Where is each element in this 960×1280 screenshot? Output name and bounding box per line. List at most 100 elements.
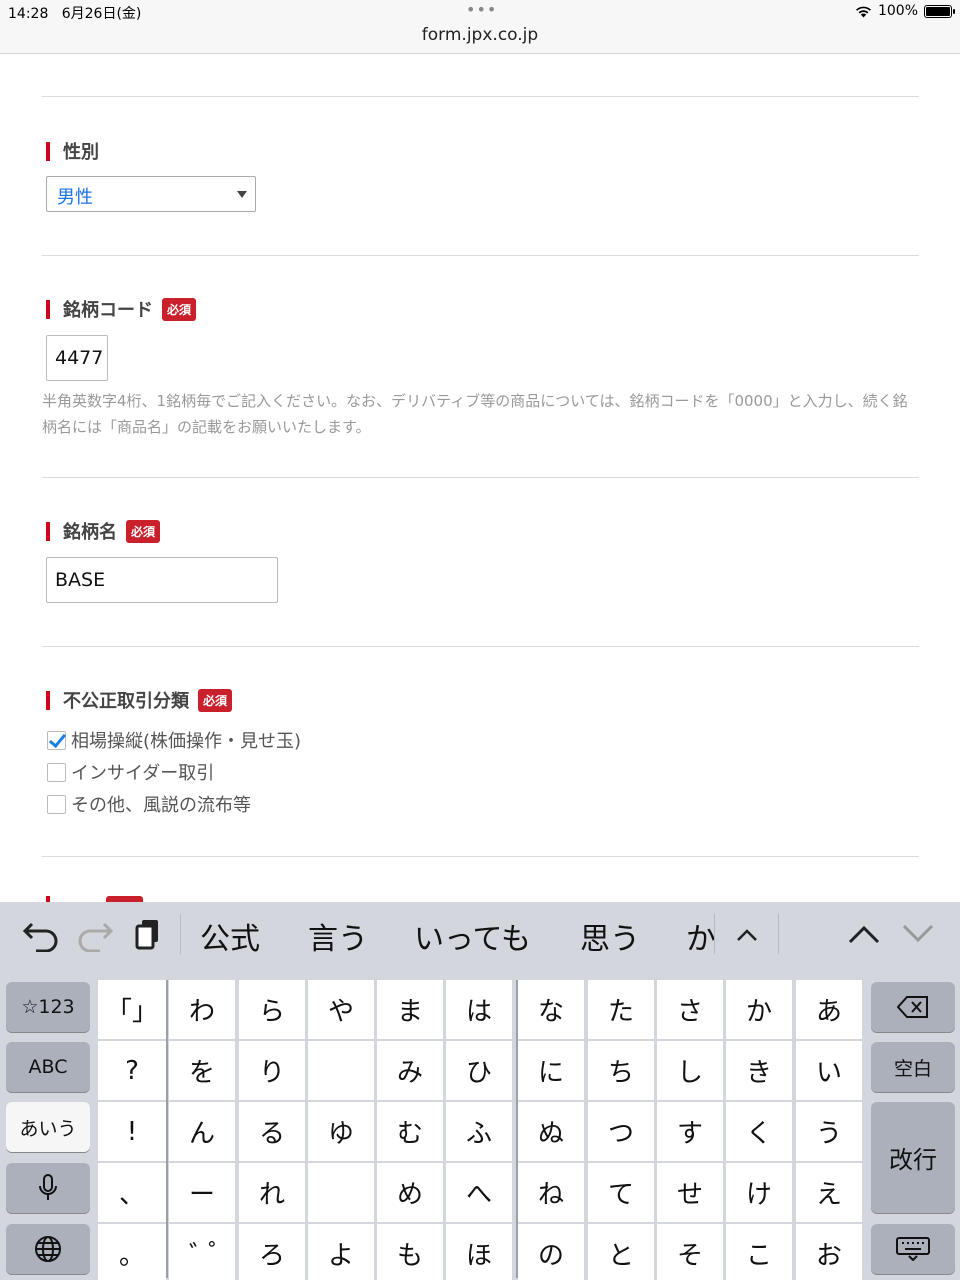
kana-key[interactable]: き — [726, 1041, 792, 1100]
multitask-dots[interactable]: ••• — [466, 0, 497, 19]
checkbox-other[interactable]: その他、風説の流布等 — [47, 791, 251, 817]
hide-keyboard-key[interactable] — [871, 1224, 955, 1274]
kana-key[interactable]: ほ — [446, 1224, 512, 1280]
expand-candidates-icon[interactable] — [736, 928, 758, 942]
kana-key[interactable]: り — [239, 1041, 305, 1100]
kana-key[interactable]: つ — [588, 1102, 654, 1161]
kana-key[interactable]: ま — [377, 980, 443, 1039]
code-help-text: 半角英数字4桁、1銘柄毎でご記入ください。なお、デリバティブ等の商品については、… — [42, 392, 908, 436]
chevron-down-icon[interactable] — [902, 924, 934, 944]
redo-icon[interactable] — [76, 918, 114, 952]
kana-key[interactable]: ぬ — [518, 1102, 584, 1161]
delete-icon — [897, 996, 928, 1018]
kana-key[interactable]: を — [169, 1041, 235, 1100]
numbers-key[interactable]: ☆123 — [6, 982, 90, 1032]
code-label: 銘柄コード 必須 — [46, 297, 197, 321]
kana-key[interactable]: は — [446, 980, 512, 1039]
kana-key[interactable]: い — [796, 1041, 862, 1100]
kana-key[interactable]: お — [796, 1224, 862, 1280]
suggestion-bar: 公式 言う いっても 思う か — [0, 902, 960, 966]
divider — [42, 477, 919, 478]
kana-key[interactable]: ー — [169, 1163, 235, 1222]
dictation-key[interactable] — [6, 1163, 90, 1213]
checkbox-insider-trading[interactable]: インサイダー取引 — [47, 759, 214, 785]
kana-key[interactable]: け — [726, 1163, 792, 1222]
kana-key[interactable]: あいう — [6, 1102, 90, 1152]
abc-key[interactable]: ABC — [6, 1042, 90, 1092]
gender-label: 性別 — [46, 141, 99, 163]
globe-key[interactable] — [6, 1224, 90, 1274]
space-key[interactable]: 空白 — [871, 1042, 955, 1092]
kana-key[interactable]: ! — [98, 1102, 166, 1161]
checkbox-icon[interactable] — [47, 762, 66, 782]
kana-key[interactable]: も — [377, 1224, 443, 1280]
kana-key[interactable]: こ — [726, 1224, 792, 1280]
keyboard-dismiss-icon — [896, 1237, 930, 1261]
kana-key[interactable]: す — [657, 1102, 723, 1161]
checkbox-icon[interactable] — [47, 794, 66, 814]
kana-key[interactable]: う — [796, 1102, 862, 1161]
kana-key[interactable]: や — [308, 980, 374, 1039]
kana-key[interactable]: く — [726, 1102, 792, 1161]
kana-key[interactable]: よ — [308, 1224, 374, 1280]
kana-key[interactable]: ち — [588, 1041, 654, 1100]
suggestion-word[interactable]: 公式 — [200, 914, 260, 958]
kana-key[interactable]: え — [796, 1163, 862, 1222]
kana-key[interactable]: 。 — [98, 1224, 166, 1280]
kana-key[interactable]: 、 — [98, 1163, 166, 1222]
paste-icon[interactable] — [134, 918, 162, 952]
kana-key[interactable]: ふ — [446, 1102, 512, 1161]
kana-key[interactable]: さ — [657, 980, 723, 1039]
divider — [42, 856, 919, 857]
url-bar[interactable]: form.jpx.co.jp — [0, 25, 960, 45]
chevron-up-icon[interactable] — [848, 924, 880, 944]
kana-key[interactable]: し — [657, 1041, 723, 1100]
kana-key[interactable]: ゆ — [308, 1102, 374, 1161]
battery-icon — [924, 4, 955, 18]
kana-key[interactable]: そ — [657, 1224, 723, 1280]
kana-key[interactable]: ひ — [446, 1041, 512, 1100]
key-group-separator — [516, 980, 518, 1278]
kana-key[interactable]: ね — [518, 1163, 584, 1222]
suggestion-word[interactable]: か — [686, 914, 716, 958]
kana-key[interactable]: な — [518, 980, 584, 1039]
undo-icon[interactable] — [22, 918, 60, 952]
key-group-separator — [166, 980, 168, 1278]
kana-key[interactable]: る — [239, 1102, 305, 1161]
checkbox-market-manipulation[interactable]: 相場操縦(株価操作・見せ玉) — [47, 727, 301, 753]
status-time: 14:28 6月26日(金) — [8, 6, 142, 22]
blank-key — [308, 1163, 374, 1222]
code-input[interactable]: 4477 — [46, 335, 108, 381]
kana-key[interactable]: ゛゚ — [169, 1224, 235, 1280]
kana-key[interactable]: わ — [169, 980, 235, 1039]
name-input[interactable]: BASE — [46, 557, 278, 603]
kana-key[interactable]: あ — [796, 980, 862, 1039]
kana-key[interactable]: み — [377, 1041, 443, 1100]
kana-key[interactable]: て — [588, 1163, 654, 1222]
required-badge: 必須 — [126, 519, 161, 543]
kana-key[interactable]: ら — [239, 980, 305, 1039]
checkbox-checked-icon[interactable] — [47, 730, 66, 750]
kana-key[interactable]: た — [588, 980, 654, 1039]
return-key[interactable]: 改行 — [871, 1102, 955, 1213]
backspace-key[interactable] — [871, 982, 955, 1032]
kana-key[interactable]: 「」 — [98, 980, 166, 1039]
kana-key[interactable]: む — [377, 1102, 443, 1161]
kana-key[interactable]: ? — [98, 1041, 166, 1100]
kana-key[interactable]: へ — [446, 1163, 512, 1222]
kana-key[interactable]: に — [518, 1041, 584, 1100]
kana-key[interactable]: れ — [239, 1163, 305, 1222]
kana-key[interactable]: め — [377, 1163, 443, 1222]
name-label: 銘柄名 必須 — [46, 519, 161, 543]
kana-key[interactable]: の — [518, 1224, 584, 1280]
kana-key[interactable]: ん — [169, 1102, 235, 1161]
suggestion-word[interactable]: 思う — [580, 914, 640, 958]
gender-select[interactable]: 男性 — [46, 176, 256, 212]
globe-icon — [35, 1236, 61, 1262]
kana-key[interactable]: せ — [657, 1163, 723, 1222]
kana-key[interactable]: と — [588, 1224, 654, 1280]
kana-key[interactable]: ろ — [239, 1224, 305, 1280]
suggestion-word[interactable]: いっても — [414, 914, 531, 958]
kana-key[interactable]: か — [726, 980, 792, 1039]
suggestion-word[interactable]: 言う — [308, 914, 368, 958]
